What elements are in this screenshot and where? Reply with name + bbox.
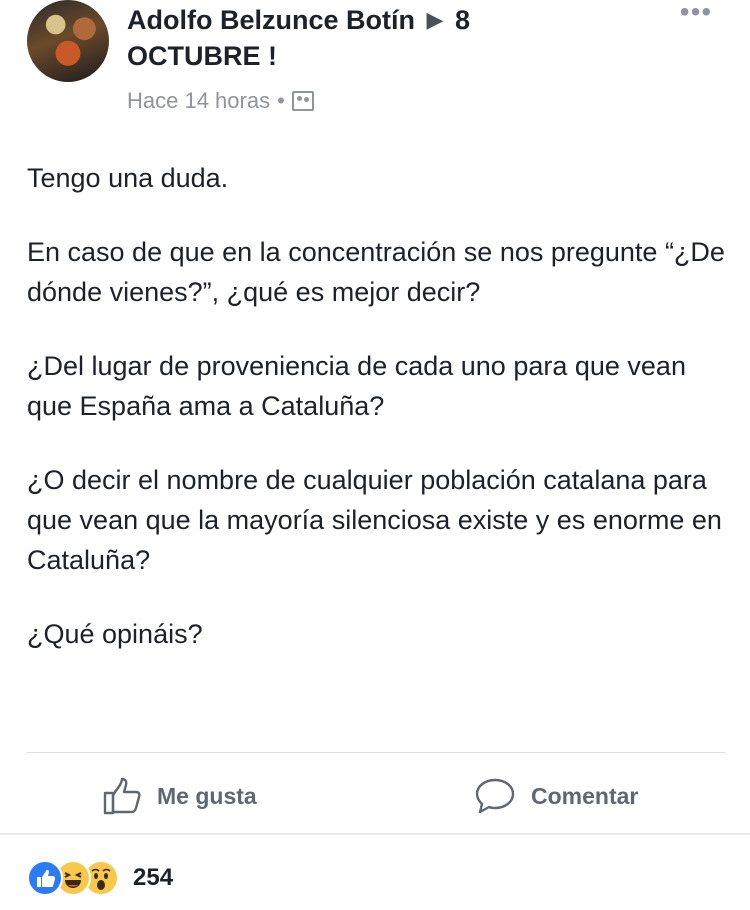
meta-separator: • bbox=[277, 88, 285, 113]
post-paragraph: Tengo una duda. bbox=[27, 163, 229, 193]
like-reaction-icon bbox=[27, 860, 63, 896]
like-label: Me gusta bbox=[157, 782, 257, 809]
post-paragraph: ¿Qué opináis? bbox=[27, 619, 203, 649]
author-name[interactable]: Adolfo Belzunce Botín bbox=[127, 5, 415, 35]
comment-bubble-icon bbox=[475, 778, 515, 814]
author-avatar[interactable] bbox=[27, 0, 109, 82]
like-button[interactable]: Me gusta bbox=[103, 776, 257, 816]
reaction-count[interactable]: 254 bbox=[133, 864, 173, 892]
comment-label: Comentar bbox=[531, 782, 639, 809]
divider bbox=[0, 833, 750, 835]
action-bar: Me gusta Comentar bbox=[0, 760, 750, 830]
target-event-line1[interactable]: 8 bbox=[455, 5, 470, 35]
post-header: Adolfo Belzunce Botín ▶ 8 OCTUBRE ! ••• … bbox=[0, 0, 750, 120]
post-paragraph: ¿Del lugar de proveniencia de cada uno p… bbox=[27, 351, 686, 421]
thumbs-up-icon bbox=[103, 777, 141, 815]
divider bbox=[27, 752, 725, 753]
target-event-line2[interactable]: OCTUBRE ! bbox=[127, 41, 277, 71]
post-paragraph: En caso de que en la concentración se no… bbox=[27, 237, 725, 307]
comment-button[interactable]: Comentar bbox=[475, 776, 638, 816]
post-paragraph: ¿O decir el nombre de cualquier població… bbox=[27, 465, 722, 575]
post-timestamp[interactable]: Hace 14 horas bbox=[127, 86, 270, 116]
group-audience-icon[interactable] bbox=[291, 91, 314, 111]
more-options-icon[interactable]: ••• bbox=[676, 0, 716, 32]
reactions-summary[interactable]: 254 bbox=[27, 858, 173, 898]
post-meta: Hace 14 horas • bbox=[127, 86, 314, 116]
right-triangle-icon: ▶ bbox=[426, 7, 444, 32]
post-body: Tengo una duda. En caso de que en la con… bbox=[27, 158, 727, 654]
post-title: Adolfo Belzunce Botín ▶ 8 OCTUBRE ! bbox=[127, 2, 597, 74]
